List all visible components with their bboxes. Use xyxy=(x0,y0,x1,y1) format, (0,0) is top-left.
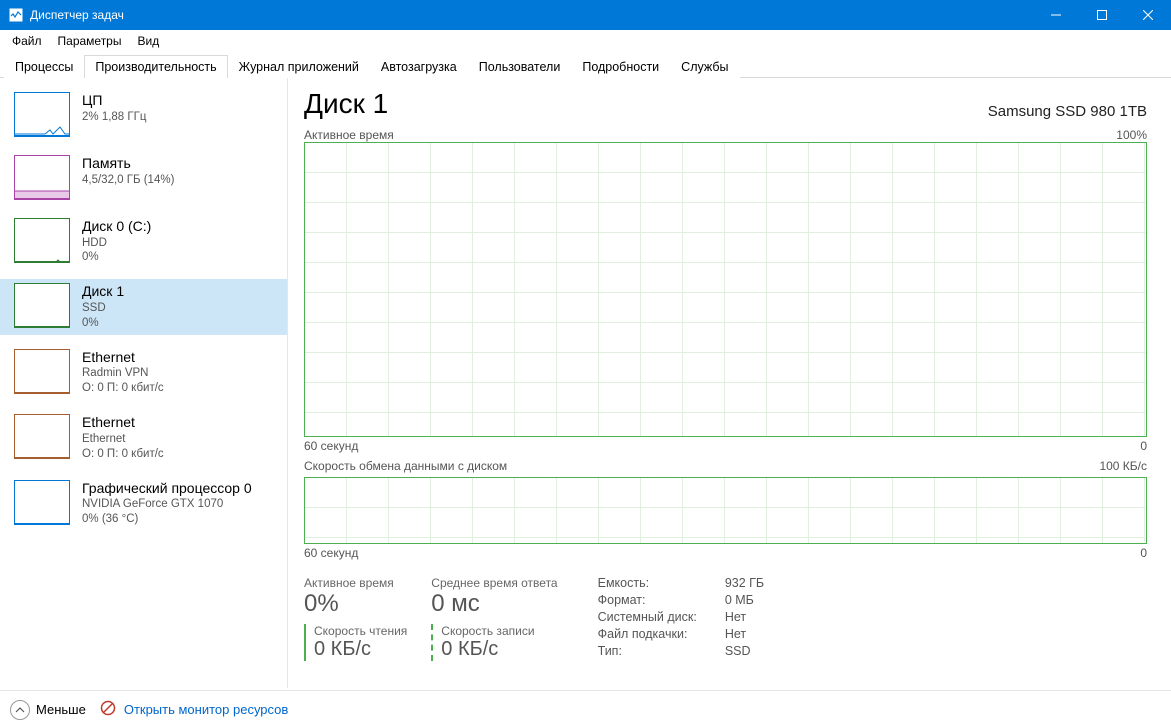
disk1-thumbnail xyxy=(14,283,70,328)
stat-active-value: 0% xyxy=(304,590,407,618)
format-label: Формат: xyxy=(598,593,697,607)
ethernet1-title: Ethernet xyxy=(82,414,164,432)
disk0-title: Диск 0 (C:) xyxy=(82,218,151,236)
active-time-label: Активное время xyxy=(304,128,394,142)
axis-left: 60 секунд xyxy=(304,439,358,453)
tab-startup[interactable]: Автозагрузка xyxy=(370,55,468,78)
memory-thumbnail xyxy=(14,155,70,200)
close-button[interactable] xyxy=(1125,0,1171,30)
capacity-value: 932 ГБ xyxy=(725,576,764,590)
active-time-max: 100% xyxy=(1116,128,1147,142)
gpu-sub1: NVIDIA GeForce GTX 1070 xyxy=(82,497,252,512)
maximize-button[interactable] xyxy=(1079,0,1125,30)
menu-file[interactable]: Файл xyxy=(4,32,50,50)
sidebar-item-gpu[interactable]: Графический процессор 0 NVIDIA GeForce G… xyxy=(0,476,287,531)
disk-model: Samsung SSD 980 1TB xyxy=(988,103,1147,120)
tab-bar: Процессы Производительность Журнал прило… xyxy=(0,52,1171,78)
format-value: 0 МБ xyxy=(725,593,764,607)
page-label: Файл подкачки: xyxy=(598,627,697,641)
memory-sub: 4,5/32,0 ГБ (14%) xyxy=(82,173,174,188)
gpu-thumbnail xyxy=(14,480,70,525)
gpu-sub2: 0% (36 °C) xyxy=(82,512,252,527)
cpu-title: ЦП xyxy=(82,92,146,110)
memory-title: Память xyxy=(82,155,174,173)
sidebar-item-ethernet0[interactable]: Ethernet Radmin VPN О: 0 П: 0 кбит/с xyxy=(0,345,287,400)
system-value: Нет xyxy=(725,610,764,624)
menu-view[interactable]: Вид xyxy=(129,32,167,50)
tab-performance[interactable]: Производительность xyxy=(84,55,227,78)
ethernet0-sub1: Radmin VPN xyxy=(82,366,164,381)
ethernet1-sub1: Ethernet xyxy=(82,432,164,447)
stat-response-label: Среднее время ответа xyxy=(431,576,557,590)
menu-options[interactable]: Параметры xyxy=(50,32,130,50)
chevron-up-icon[interactable] xyxy=(10,700,30,720)
main-title: Диск 1 xyxy=(304,88,388,120)
sidebar-item-cpu[interactable]: ЦП 2% 1,88 ГГц xyxy=(0,88,287,141)
axis-right-2: 0 xyxy=(1140,546,1147,560)
main-panel: Диск 1 Samsung SSD 980 1TB Активное врем… xyxy=(287,78,1171,688)
system-label: Системный диск: xyxy=(598,610,697,624)
title-bar: Диспетчер задач xyxy=(0,0,1171,30)
axis-right: 0 xyxy=(1140,439,1147,453)
sidebar-item-memory[interactable]: Память 4,5/32,0 ГБ (14%) xyxy=(0,151,287,204)
app-icon xyxy=(8,7,24,23)
active-time-chart[interactable] xyxy=(304,142,1147,437)
ethernet1-thumbnail xyxy=(14,414,70,459)
axis-left-2: 60 секунд xyxy=(304,546,358,560)
tab-app-history[interactable]: Журнал приложений xyxy=(228,55,370,78)
type-value: SSD xyxy=(725,644,764,658)
capacity-label: Емкость: xyxy=(598,576,697,590)
tab-details[interactable]: Подробности xyxy=(571,55,670,78)
stat-write-label: Скорость записи xyxy=(441,624,557,638)
ethernet0-title: Ethernet xyxy=(82,349,164,367)
ethernet1-sub2: О: 0 П: 0 кбит/с xyxy=(82,447,164,462)
tab-users[interactable]: Пользователи xyxy=(468,55,572,78)
disk0-thumbnail xyxy=(14,218,70,263)
ethernet0-sub2: О: 0 П: 0 кбит/с xyxy=(82,381,164,396)
type-label: Тип: xyxy=(598,644,697,658)
footer: Меньше Открыть монитор ресурсов xyxy=(0,690,1171,728)
tab-services[interactable]: Службы xyxy=(670,55,739,78)
sidebar: ЦП 2% 1,88 ГГц Память 4,5/32,0 ГБ (14%) … xyxy=(0,78,287,688)
ethernet0-thumbnail xyxy=(14,349,70,394)
tab-processes[interactable]: Процессы xyxy=(4,55,84,78)
stat-active-label: Активное время xyxy=(304,576,407,590)
transfer-label: Скорость обмена данными с диском xyxy=(304,459,507,473)
sidebar-item-disk1[interactable]: Диск 1 SSD 0% xyxy=(0,279,287,334)
transfer-chart[interactable] xyxy=(304,477,1147,544)
stat-response-value: 0 мс xyxy=(431,590,557,618)
stat-read-label: Скорость чтения xyxy=(314,624,407,638)
transfer-max: 100 КБ/с xyxy=(1099,459,1147,473)
cpu-sub: 2% 1,88 ГГц xyxy=(82,110,146,125)
stat-write-value: 0 КБ/с xyxy=(441,638,557,661)
sidebar-item-ethernet1[interactable]: Ethernet Ethernet О: 0 П: 0 кбит/с xyxy=(0,410,287,465)
disk0-sub2: 0% xyxy=(82,250,151,265)
disk0-sub1: HDD xyxy=(82,236,151,251)
cpu-thumbnail xyxy=(14,92,70,137)
no-entry-icon xyxy=(100,700,116,719)
fewer-details-button[interactable]: Меньше xyxy=(36,702,86,717)
stat-read-value: 0 КБ/с xyxy=(314,638,407,661)
gpu-title: Графический процессор 0 xyxy=(82,480,252,498)
window-title: Диспетчер задач xyxy=(30,8,124,22)
menu-bar: Файл Параметры Вид xyxy=(0,30,1171,52)
disk1-sub1: SSD xyxy=(82,301,124,316)
disk1-sub2: 0% xyxy=(82,316,124,331)
disk1-title: Диск 1 xyxy=(82,283,124,301)
open-resource-monitor-link[interactable]: Открыть монитор ресурсов xyxy=(124,702,288,717)
sidebar-item-disk0[interactable]: Диск 0 (C:) HDD 0% xyxy=(0,214,287,269)
minimize-button[interactable] xyxy=(1033,0,1079,30)
page-value: Нет xyxy=(725,627,764,641)
